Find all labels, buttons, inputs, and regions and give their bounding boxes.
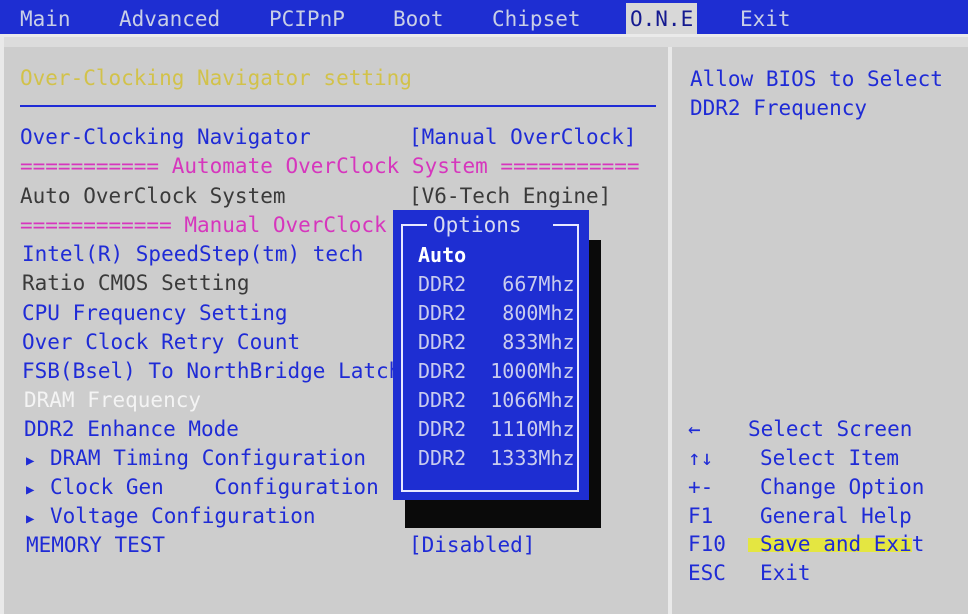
key-left-arrow: ←	[688, 417, 701, 441]
option-ddr2-1110[interactable]: DDR2 1110Mhz	[418, 416, 575, 442]
tab-chipset[interactable]: Chipset	[492, 5, 581, 33]
help-description-line1: Allow BIOS to Select	[690, 67, 943, 91]
submenu-arrow-icon: ▶	[26, 482, 35, 498]
submenu-arrow-icon: ▶	[26, 511, 35, 527]
popup-border-top-right	[553, 224, 579, 226]
key-up-down: ↑↓	[688, 446, 714, 470]
cpu-frequency-item[interactable]: CPU Frequency Setting	[22, 300, 288, 326]
auto-overclock-value: [V6-Tech Engine]	[409, 184, 612, 208]
clock-gen-submenu[interactable]: Clock Gen Configuration	[50, 474, 379, 500]
navigator-value[interactable]: [Manual OverClock]	[409, 124, 637, 150]
navigator-label[interactable]: Over-Clocking Navigator	[20, 124, 311, 150]
tab-exit[interactable]: Exit	[740, 5, 791, 33]
auto-overclock-label: Auto OverClock System	[20, 184, 286, 208]
option-ddr2-1333[interactable]: DDR2 1333Mhz	[418, 445, 575, 471]
memory-test-label[interactable]: MEMORY TEST	[26, 532, 165, 558]
frame-top	[0, 37, 968, 47]
tab-one[interactable]: O.N.E	[626, 3, 698, 35]
section-title: Over-Clocking Navigator setting	[20, 66, 412, 90]
fsb-latch-item[interactable]: FSB(Bsel) To NorthBridge Latch	[22, 358, 401, 384]
ddr2-enhance-item[interactable]: DDR2 Enhance Mode	[24, 416, 239, 442]
over-clock-retry-item[interactable]: Over Clock Retry Count	[22, 329, 300, 355]
tab-pcipnp[interactable]: PCIPnP	[269, 5, 345, 33]
key-action-exit: Exit	[760, 561, 811, 585]
option-auto[interactable]: Auto	[418, 242, 466, 268]
key-f1: F1	[688, 504, 714, 528]
option-ddr2-667[interactable]: DDR2 667Mhz	[418, 271, 575, 297]
key-action-save-exit: Save and Exit	[760, 532, 925, 556]
option-ddr2-800[interactable]: DDR2 800Mhz	[418, 300, 575, 326]
tab-main[interactable]: Main	[20, 5, 71, 33]
key-action-change-option: Change Option	[760, 475, 925, 499]
key-f10: F10	[688, 532, 726, 556]
voltage-submenu[interactable]: Voltage Configuration	[50, 503, 316, 529]
key-plus-minus: +-	[688, 475, 714, 499]
option-ddr2-1000[interactable]: DDR2 1000Mhz	[418, 358, 575, 384]
tab-boot[interactable]: Boot	[393, 5, 444, 33]
submenu-arrow-icon: ▶	[26, 453, 35, 469]
key-action-select-item: Select Item	[760, 446, 900, 470]
key-action-select-screen: Select Screen	[748, 417, 913, 441]
popup-title: Options	[433, 213, 522, 237]
dram-timing-submenu[interactable]: DRAM Timing Configuration	[50, 445, 366, 471]
options-popup: Options Auto DDR2 667Mhz DDR2 800Mhz DDR…	[393, 210, 589, 500]
tab-advanced[interactable]: Advanced	[119, 5, 220, 33]
speedstep-item[interactable]: Intel(R) SpeedStep(tm) tech	[22, 241, 363, 267]
ratio-cmos-item: Ratio CMOS Setting	[22, 271, 250, 295]
key-esc: ESC	[688, 561, 726, 585]
popup-border-top-left	[401, 224, 427, 226]
key-action-general-help: General Help	[760, 504, 912, 528]
memory-test-value[interactable]: [Disabled]	[409, 532, 535, 558]
help-description-line2: DDR2 Frequency	[690, 96, 868, 120]
option-ddr2-1066[interactable]: DDR2 1066Mhz	[418, 387, 575, 413]
automate-overclock-separator: =========== Automate OverClock System ==…	[20, 154, 640, 178]
title-underline	[20, 105, 656, 107]
menu-bar: Main Advanced PCIPnP Boot Chipset O.N.E …	[0, 0, 968, 37]
help-panel: Allow BIOS to Select DDR2 Frequency ← Se…	[672, 47, 968, 614]
option-ddr2-833[interactable]: DDR2 833Mhz	[418, 329, 575, 355]
dram-frequency-item[interactable]: DRAM Frequency	[24, 387, 201, 413]
